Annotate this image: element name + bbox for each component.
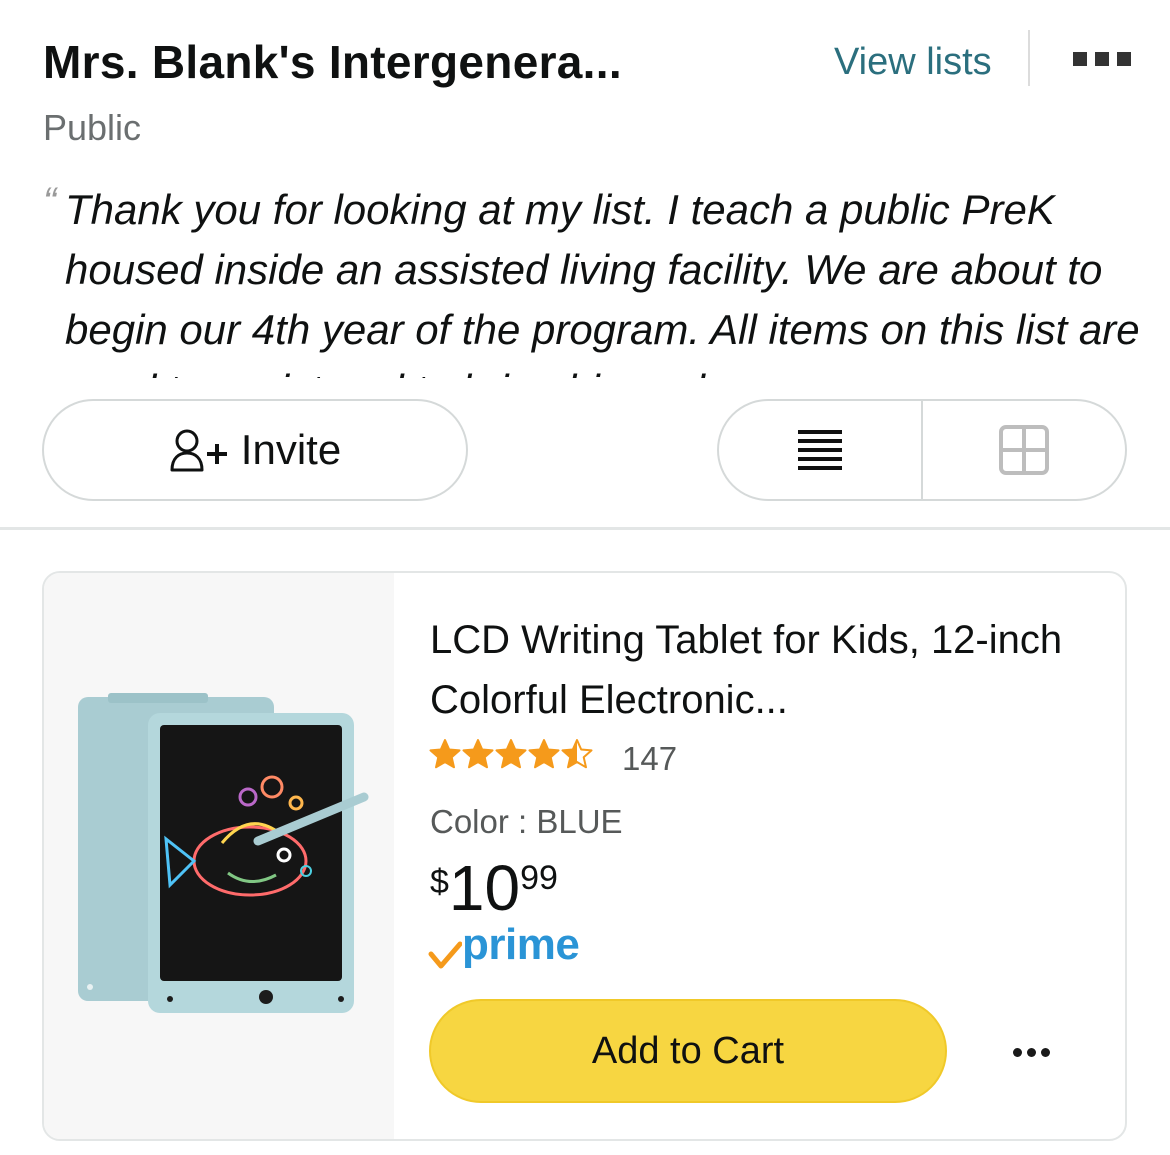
- prime-badge: prime: [428, 920, 580, 970]
- add-to-cart-button[interactable]: Add to Cart: [429, 999, 947, 1103]
- prime-check-icon: [428, 941, 462, 969]
- list-title: Mrs. Blank's Intergenera...: [43, 36, 622, 88]
- header-divider: [1028, 30, 1030, 86]
- list-description: “ Thank you for looking at my list. I te…: [43, 180, 1143, 378]
- prime-label: prime: [462, 920, 580, 969]
- star-icon: [462, 739, 494, 769]
- more-options-icon[interactable]: [1073, 52, 1131, 66]
- list-privacy-label: Public: [43, 107, 142, 148]
- grid-view-icon: [999, 425, 1049, 475]
- invite-button[interactable]: Invite: [42, 399, 468, 501]
- list-view-button[interactable]: [719, 401, 921, 499]
- price-currency: $: [430, 863, 449, 901]
- star-icon: [495, 739, 527, 769]
- product-color: Color : BLUE: [430, 803, 623, 840]
- product-image[interactable]: [44, 573, 394, 1139]
- grid-view-button[interactable]: [921, 401, 1125, 499]
- price-fraction: 99: [520, 859, 558, 897]
- star-icon: [429, 739, 461, 769]
- product-price: $ 10 99: [430, 852, 558, 924]
- invite-label: Invite: [240, 426, 342, 473]
- item-more-options-icon[interactable]: [1013, 1048, 1051, 1058]
- star-icon: [528, 739, 560, 769]
- star-icon: [561, 739, 593, 769]
- add-person-icon: [170, 429, 227, 472]
- product-title-link[interactable]: LCD Writing Tablet for Kids, 12-inch Col…: [430, 610, 1090, 730]
- view-toggle: [717, 399, 1127, 501]
- view-lists-link[interactable]: View lists: [834, 36, 992, 88]
- quote-mark: “: [43, 180, 57, 224]
- section-divider: [0, 527, 1170, 530]
- list-description-text: Thank you for looking at my list. I teac…: [65, 186, 1140, 378]
- review-count-link[interactable]: 147: [622, 737, 677, 781]
- list-view-icon: [798, 430, 842, 470]
- add-to-cart-label: Add to Cart: [591, 1029, 785, 1072]
- price-whole: 10: [448, 852, 521, 924]
- star-rating[interactable]: [429, 738, 593, 770]
